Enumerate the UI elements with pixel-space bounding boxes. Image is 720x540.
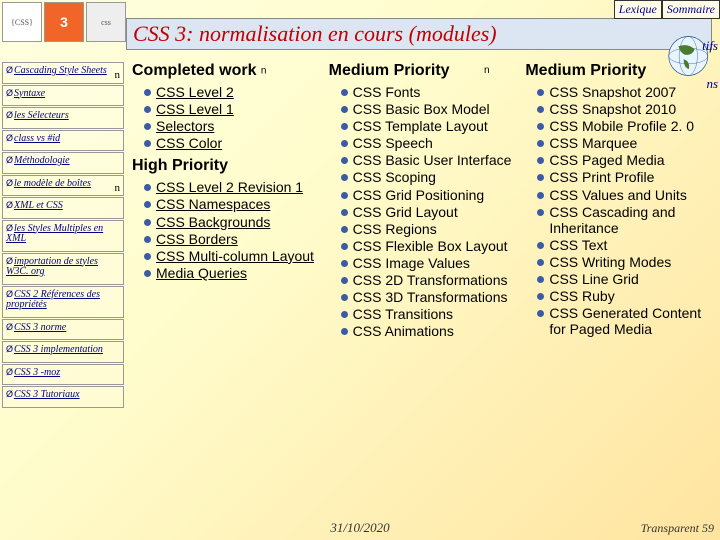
slide-title: CSS 3: normalisation en cours (modules)	[126, 18, 712, 50]
list-item: CSS Borders	[144, 231, 321, 247]
list-item: CSS Basic User Interface	[341, 152, 518, 168]
sidebar-item-8[interactable]: Øimportation de styles W3C. org	[2, 253, 124, 285]
column-medium-2: Medium Priority CSS Snapshot 2007CSS Sna…	[521, 60, 718, 520]
list-item: CSS Print Profile	[537, 169, 714, 185]
topbar: Lexique Sommaire	[614, 0, 720, 19]
footer-page-number: Transparent 59	[641, 521, 714, 536]
sidebar-item-10[interactable]: ØCSS 3 norme	[2, 319, 124, 341]
list-item: CSS Level 1	[144, 101, 321, 117]
list-item: CSS Basic Box Model	[341, 101, 518, 117]
list-item: CSS Speech	[341, 135, 518, 151]
content-area: Completed work n CSS Level 2CSS Level 1S…	[126, 60, 720, 520]
truncated-label-a: tifs	[702, 38, 718, 54]
sidebar-item-5[interactable]: Øle modèle de boîtesn	[2, 175, 124, 197]
list-item: CSS Values and Units	[537, 187, 714, 203]
sidebar-item-1[interactable]: ØSyntaxe	[2, 85, 124, 107]
list-item: CSS Cascading and Inheritance	[537, 204, 714, 236]
sidebar-item-2[interactable]: Øles Sélecteurs	[2, 107, 124, 129]
sidebar-item-7[interactable]: Øles Styles Multiples en XML	[2, 220, 124, 252]
sidebar-nav: ØCascading Style SheetsnØSyntaxeØles Sél…	[0, 60, 126, 411]
heading-high: High Priority	[132, 157, 321, 175]
list-item: CSS Writing Modes	[537, 254, 714, 270]
list-medium-1: CSS FontsCSS Basic Box ModelCSS Template…	[329, 84, 518, 339]
list-item: CSS Marquee	[537, 135, 714, 151]
list-item: CSS Color	[144, 135, 321, 151]
sidebar-item-3[interactable]: Øclass vs #id	[2, 130, 124, 152]
list-item: CSS Grid Positioning	[341, 187, 518, 203]
list-item: CSS 2D Transformations	[341, 272, 518, 288]
list-item: CSS Namespaces	[144, 196, 321, 212]
sidebar-item-12[interactable]: ØCSS 3 -moz	[2, 364, 124, 386]
list-item: CSS Grid Layout	[341, 204, 518, 220]
footer-date: 31/10/2020	[0, 520, 720, 536]
sidebar-item-0[interactable]: ØCascading Style Sheetsn	[2, 62, 124, 84]
sidebar-item-11[interactable]: ØCSS 3 implementation	[2, 341, 124, 363]
list-item: CSS Snapshot 2007	[537, 84, 714, 100]
list-item: CSS Ruby	[537, 288, 714, 304]
heading-medium-1: Medium Priority n	[329, 62, 518, 80]
list-item: CSS Image Values	[341, 255, 518, 271]
list-item: CSS Paged Media	[537, 152, 714, 168]
list-item: CSS Generated Content for Paged Media	[537, 305, 714, 337]
list-item: CSS Flexible Box Layout	[341, 238, 518, 254]
list-item: Media Queries	[144, 265, 321, 281]
list-item: CSS 3D Transformations	[341, 289, 518, 305]
list-item: CSS Text	[537, 237, 714, 253]
list-medium-2: CSS Snapshot 2007CSS Snapshot 2010CSS Mo…	[525, 84, 714, 337]
column-completed-high: Completed work n CSS Level 2CSS Level 1S…	[128, 60, 325, 520]
css-zen-icon: css	[86, 2, 126, 42]
list-item: CSS Level 2	[144, 84, 321, 100]
list-item: CSS Animations	[341, 323, 518, 339]
link-lexique[interactable]: Lexique	[614, 0, 662, 19]
list-item: CSS Scoping	[341, 169, 518, 185]
list-item: CSS Regions	[341, 221, 518, 237]
list-item: CSS Level 2 Revision 1	[144, 179, 321, 195]
link-sommaire[interactable]: Sommaire	[662, 0, 720, 19]
column-medium-1: Medium Priority n CSS FontsCSS Basic Box…	[325, 60, 522, 520]
sidebar-item-6[interactable]: ØXML et CSS	[2, 197, 124, 219]
list-item: CSS Mobile Profile 2. 0	[537, 118, 714, 134]
sidebar-item-9[interactable]: ØCSS 2 Références des propriétés	[2, 286, 124, 318]
list-item: CSS Snapshot 2010	[537, 101, 714, 117]
list-item: CSS Backgrounds	[144, 214, 321, 230]
css-logo-icon: {CSS}	[2, 2, 42, 42]
list-item: CSS Template Layout	[341, 118, 518, 134]
sidebar-item-4[interactable]: ØMéthodologie	[2, 152, 124, 174]
list-item: Selectors	[144, 118, 321, 134]
list-completed: CSS Level 2CSS Level 1SelectorsCSS Color	[132, 84, 321, 151]
truncated-label-b: ns	[706, 76, 718, 92]
css3-shield-icon: 3	[44, 2, 84, 42]
sidebar-item-13[interactable]: ØCSS 3 Tutoriaux	[2, 386, 124, 408]
list-item: CSS Transitions	[341, 306, 518, 322]
list-item: CSS Multi-column Layout	[144, 248, 321, 264]
heading-completed: Completed work n	[132, 62, 321, 80]
list-item: CSS Line Grid	[537, 271, 714, 287]
logo-row: {CSS} 3 css	[2, 2, 126, 42]
list-item: CSS Fonts	[341, 84, 518, 100]
list-high: CSS Level 2 Revision 1CSS Namespaces CSS …	[132, 179, 321, 281]
